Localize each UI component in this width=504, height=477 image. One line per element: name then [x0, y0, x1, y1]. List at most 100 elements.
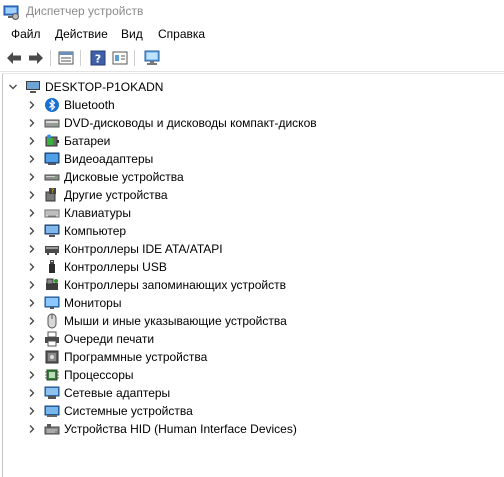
menu-file[interactable]: Файл [11, 26, 41, 42]
forward-button[interactable] [26, 48, 46, 68]
chevron-right-icon[interactable] [27, 316, 37, 326]
tree-node[interactable]: Очереди печати [3, 330, 483, 348]
chevron-right-icon[interactable] [27, 370, 37, 380]
tree-node-label: Мониторы [64, 296, 122, 310]
chevron-right-icon[interactable] [27, 154, 37, 164]
scan-hardware-button[interactable] [142, 48, 162, 68]
tree-node[interactable]: Дисковые устройства [3, 168, 483, 186]
tree-node-label: Мыши и иные указывающие устройства [64, 314, 287, 328]
properties-icon [58, 51, 74, 65]
tree-node[interactable]: Устройства HID (Human Interface Devices) [3, 420, 483, 438]
tree-node[interactable]: Мыши и иные указывающие устройства [3, 312, 483, 330]
toolbar-separator [50, 50, 51, 66]
help-button[interactable]: ? [88, 48, 108, 68]
storage-controller-icon [46, 278, 58, 290]
monitor-scan-icon [144, 50, 160, 65]
hid-icon [44, 424, 60, 435]
chevron-right-icon[interactable] [27, 190, 37, 200]
chevron-right-icon[interactable] [27, 298, 37, 308]
disk-drive-icon [44, 174, 60, 181]
tree-node-label: Системные устройства [64, 404, 193, 418]
tree-node[interactable]: Контроллеры запоминающих устройств [3, 276, 483, 294]
menu-action[interactable]: Действие [55, 26, 108, 42]
help-icon: ? [90, 50, 106, 66]
back-button[interactable] [4, 48, 24, 68]
tree-node[interactable]: ? Другие устройства [3, 186, 483, 204]
tree-node[interactable]: Контроллеры IDE ATA/ATAPI [3, 240, 483, 258]
tree-node-label: Компьютер [64, 224, 127, 238]
tree-node[interactable]: Батареи [3, 132, 483, 150]
chevron-right-icon[interactable] [27, 226, 37, 236]
computer-icon [26, 81, 40, 93]
forward-icon [29, 52, 43, 64]
device-manager-icon [3, 5, 19, 20]
tree-node-label: Процессоры [64, 368, 134, 382]
toolbar-separator [80, 50, 81, 66]
tree-node-label: Клавиатуры [64, 206, 131, 220]
tree-node[interactable]: Компьютер [3, 222, 483, 240]
keyboard-icon [44, 209, 60, 218]
tree-node[interactable]: Системные устройства [3, 402, 483, 420]
tree-node-label: Bluetooth [64, 98, 115, 112]
dvd-drive-icon [44, 119, 60, 128]
chevron-right-icon[interactable] [27, 406, 37, 416]
menu-bar: Файл Действие Вид Справка [0, 24, 504, 44]
chevron-right-icon[interactable] [27, 334, 37, 344]
tree-node-label: Устройства HID (Human Interface Devices) [64, 422, 297, 436]
processor-icon [45, 369, 59, 381]
title-bar: Диспетчер устройств [0, 0, 504, 24]
battery-icon [45, 134, 59, 147]
chevron-right-icon[interactable] [27, 100, 37, 110]
tree-node-label: Дисковые устройства [64, 170, 184, 184]
tree-node[interactable]: Программные устройства [3, 348, 483, 366]
tree-node-label: Контроллеры запоминающих устройств [64, 278, 286, 292]
chevron-down-icon[interactable] [8, 82, 18, 92]
tree-node[interactable]: Видеоадаптеры [3, 150, 483, 168]
bluetooth-icon [45, 98, 59, 112]
window-title: Диспетчер устройств [26, 4, 144, 18]
toolbar-separator [134, 50, 135, 66]
svg-text:?: ? [95, 53, 101, 66]
system-device-icon [44, 405, 60, 417]
chevron-right-icon[interactable] [27, 352, 37, 362]
tree-node[interactable]: Контроллеры USB [3, 258, 483, 276]
properties-button[interactable] [56, 48, 76, 68]
mouse-icon [47, 313, 57, 329]
chevron-right-icon[interactable] [27, 262, 37, 272]
tree-node[interactable]: Клавиатуры [3, 204, 483, 222]
chevron-right-icon[interactable] [27, 280, 37, 290]
tree-node[interactable]: Bluetooth [3, 96, 483, 114]
usb-icon [49, 260, 55, 273]
tree-node-label: Видеоадаптеры [64, 152, 154, 166]
view-button[interactable] [110, 48, 130, 68]
view-icon [112, 51, 128, 65]
menu-help[interactable]: Справка [158, 26, 205, 42]
tree-node[interactable]: Процессоры [3, 366, 483, 384]
monitor-icon [44, 296, 60, 309]
tree-node-label: Очереди печати [64, 332, 155, 346]
tree-node[interactable]: Сетевые адаптеры [3, 384, 483, 402]
tree-root[interactable]: DESKTOP-P1OKADN [3, 78, 483, 96]
menu-view[interactable]: Вид [121, 26, 143, 42]
back-icon [7, 52, 21, 64]
chevron-right-icon[interactable] [27, 172, 37, 182]
device-tree[interactable]: DESKTOP-P1OKADN Bluetooth DVD-дисководы и… [2, 73, 504, 477]
chevron-right-icon[interactable] [27, 424, 37, 434]
tree-root-label: DESKTOP-P1OKADN [45, 80, 164, 94]
tree-node-label: Другие устройства [64, 188, 168, 202]
chevron-right-icon[interactable] [27, 244, 37, 254]
chevron-right-icon[interactable] [27, 118, 37, 128]
network-adapter-icon [44, 386, 60, 399]
display-adapter-icon [44, 152, 60, 165]
software-device-icon [45, 350, 59, 364]
chevron-right-icon[interactable] [27, 388, 37, 398]
unknown-device-icon: ? [45, 188, 56, 202]
chevron-right-icon[interactable] [27, 208, 37, 218]
tree-node[interactable]: DVD-дисководы и дисководы компакт-дисков [3, 114, 483, 132]
tree-node-label: Батареи [64, 134, 111, 148]
svg-text:?: ? [51, 188, 54, 195]
tree-node[interactable]: Мониторы [3, 294, 483, 312]
chevron-right-icon[interactable] [27, 136, 37, 146]
printer-icon [45, 331, 59, 347]
tree-node-label: Контроллеры USB [64, 260, 167, 274]
